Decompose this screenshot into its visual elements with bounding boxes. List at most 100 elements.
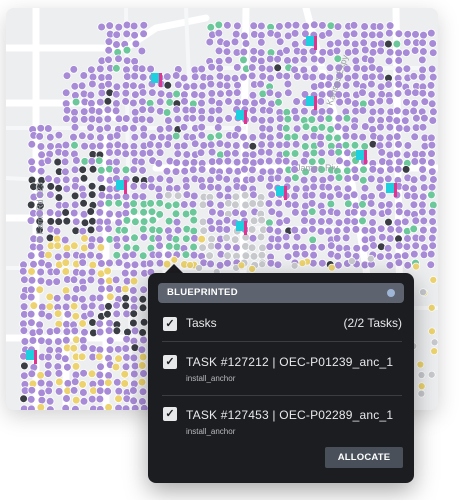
parcel-marker: [351, 106, 360, 116]
parcel-marker: [273, 242, 283, 252]
parcel-marker: [342, 114, 352, 123]
parcel-marker: [283, 20, 293, 30]
parcel-marker: [334, 147, 343, 157]
parcel-marker: [96, 378, 106, 388]
parcel-marker: [282, 46, 291, 55]
parcel-marker: [77, 81, 87, 91]
parcel-marker: [182, 82, 191, 92]
parcel-marker: [27, 404, 36, 410]
parcel-marker: [104, 378, 113, 388]
parcel-marker: [87, 106, 97, 115]
allocate-button[interactable]: ALLOCATE: [325, 447, 403, 468]
parcel-marker: [409, 175, 419, 185]
parcel-marker: [52, 277, 61, 286]
parcel-marker: [275, 37, 285, 47]
parcel-marker: [376, 46, 385, 56]
parcel-marker: [182, 150, 192, 159]
parcel-marker: [418, 207, 427, 217]
parcel-marker: [69, 386, 79, 395]
parcel-highlight: [394, 183, 397, 197]
parcel-marker: [79, 199, 88, 208]
parcel-marker: [130, 71, 139, 81]
parcel-marker: [114, 344, 123, 354]
parcel-marker: [351, 173, 361, 182]
parcel-marker: [392, 149, 402, 159]
parcel-marker: [114, 22, 124, 32]
parcel-marker: [197, 165, 207, 174]
parcel-marker: [402, 38, 412, 47]
parcel-marker: [258, 123, 267, 133]
parcel-marker: [222, 39, 232, 48]
parcel-highlight: [244, 110, 247, 124]
parcel-marker: [401, 165, 411, 174]
parcel-marker: [190, 139, 200, 149]
parcel-marker: [121, 149, 130, 159]
parcel-marker: [197, 98, 206, 108]
task-checkbox[interactable]: ✓: [163, 407, 177, 421]
parcel-marker: [137, 157, 146, 167]
parcel-marker: [316, 114, 326, 124]
parcel-marker: [138, 149, 148, 158]
parcel-marker: [122, 20, 132, 30]
parcel-marker: [215, 157, 224, 166]
parcel-marker: [113, 140, 123, 150]
task-checkbox[interactable]: ✓: [163, 355, 177, 369]
parcel-marker: [249, 54, 258, 64]
parcel-marker: [420, 113, 429, 123]
parcel-marker: [138, 192, 148, 201]
parcel-marker: [198, 82, 208, 91]
parcel-marker: [95, 327, 105, 337]
parcel-marker: [95, 208, 105, 217]
parcel-marker: [155, 125, 165, 134]
parcel-marker: [205, 217, 215, 226]
parcel-marker: [138, 166, 147, 175]
parcel-marker: [317, 258, 327, 268]
parcel-marker: [215, 190, 225, 200]
parcel-marker: [232, 88, 242, 97]
parcel-marker: [360, 142, 370, 151]
parcel-marker: [87, 181, 97, 191]
parcel-marker: [171, 71, 181, 80]
parcel-marker: [180, 200, 189, 209]
parcel-marker: [61, 286, 71, 295]
parcel-marker: [223, 242, 232, 252]
parcel-marker: [69, 275, 79, 285]
parcel-marker: [299, 47, 309, 57]
parcel-marker: [36, 267, 46, 277]
parcel-marker: [410, 98, 420, 108]
parcel-marker: [179, 122, 189, 132]
parcel-marker: [106, 292, 115, 302]
parcel-marker: [248, 233, 258, 243]
parcel-marker: [409, 184, 418, 194]
parcel-highlight: [306, 36, 314, 46]
parcel-marker: [18, 266, 28, 276]
parcel-marker: [137, 361, 147, 370]
parcel-marker: [429, 107, 438, 117]
parcel-marker: [428, 116, 438, 125]
parcel-marker: [46, 217, 56, 226]
parcel-marker: [359, 165, 368, 175]
parcel-marker: [290, 106, 300, 116]
parcel-marker: [122, 243, 132, 252]
parcel-marker: [61, 140, 71, 150]
parcel-marker: [87, 369, 97, 379]
parcel-marker: [418, 88, 428, 98]
parcel-marker: [112, 250, 122, 260]
parcel-marker: [213, 183, 223, 192]
status-header[interactable]: BLUEPRINTED: [158, 283, 404, 303]
parcel-marker: [417, 234, 427, 243]
parcel-marker: [114, 114, 124, 124]
parcel-marker: [375, 30, 385, 40]
parcel-marker: [343, 73, 353, 83]
parcel-marker: [207, 147, 217, 157]
parcel-marker: [325, 106, 335, 116]
tasks-select-all-checkbox[interactable]: ✓: [163, 317, 177, 331]
parcel-marker: [27, 369, 37, 379]
parcel-marker: [333, 133, 342, 143]
parcel-marker: [120, 379, 129, 388]
parcel-marker: [308, 217, 317, 226]
parcel-marker: [27, 140, 37, 149]
parcel-marker: [377, 232, 387, 242]
parcel-marker: [86, 250, 95, 260]
parcel-highlight: [314, 96, 317, 110]
